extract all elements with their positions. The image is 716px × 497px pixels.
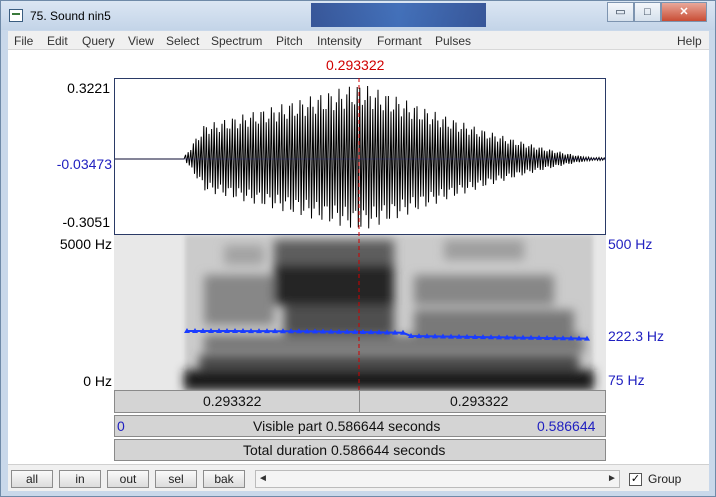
pitch-axis-max: 500 Hz xyxy=(608,236,653,252)
visible-start: 0 xyxy=(117,418,125,434)
scroll-left-arrow-icon[interactable]: ◄ xyxy=(256,471,270,487)
visible-part-text: Visible part 0.586644 seconds xyxy=(253,418,441,434)
menu-file[interactable]: File xyxy=(14,34,33,48)
menu-edit[interactable]: Edit xyxy=(47,34,68,48)
zoom-in-button[interactable]: in xyxy=(59,470,101,488)
menu-pitch[interactable]: Pitch xyxy=(276,34,303,48)
pitch-axis-min: 75 Hz xyxy=(608,372,645,388)
selection-bar-right[interactable]: 0.293322 xyxy=(360,391,605,412)
waveform-y-min: -0.3051 xyxy=(62,214,110,230)
selection-bar[interactable]: 0.293322 0.293322 xyxy=(114,390,606,413)
title-bar-highlight xyxy=(311,3,486,27)
menu-bar: File Edit Query View Select Spectrum Pit… xyxy=(8,31,709,50)
bottom-toolbar: all in out sel bak ◄ ► ✓ Group xyxy=(8,464,709,491)
selection-right-time: 0.293322 xyxy=(450,393,509,409)
menu-pulses[interactable]: Pulses xyxy=(435,34,471,48)
visible-end: 0.586644 xyxy=(537,418,596,434)
window-client: File Edit Query View Select Spectrum Pit… xyxy=(8,31,709,491)
maximize-button[interactable]: □ xyxy=(634,2,661,22)
cursor-time-label: 0.293322 xyxy=(326,57,385,73)
group-label: Group xyxy=(648,472,682,486)
menu-intensity[interactable]: Intensity xyxy=(317,34,362,48)
waveform-y-max: 0.3221 xyxy=(67,80,110,96)
group-checkbox[interactable]: ✓ xyxy=(629,473,642,486)
menu-spectrum[interactable]: Spectrum xyxy=(211,34,262,48)
minimize-button[interactable]: ▭ xyxy=(607,2,634,22)
sound-editor-area[interactable]: 0.293322 0.3221 -0.03473 -0.3051 5000 Hz… xyxy=(8,50,709,470)
zoom-back-button[interactable]: bak xyxy=(203,470,245,488)
scroll-right-arrow-icon[interactable]: ► xyxy=(605,471,619,487)
menu-select[interactable]: Select xyxy=(166,34,199,48)
zoom-out-button[interactable]: out xyxy=(107,470,149,488)
close-button[interactable]: ✕ xyxy=(661,2,707,22)
menu-view[interactable]: View xyxy=(128,34,154,48)
menu-help[interactable]: Help xyxy=(677,34,702,48)
waveform-y-cursor: -0.03473 xyxy=(56,156,112,172)
pitch-axis-current: 222.3 Hz xyxy=(608,328,665,344)
selection-bar-left[interactable]: 0.293322 xyxy=(115,391,360,412)
menu-formant[interactable]: Formant xyxy=(377,34,422,48)
horizontal-scrollbar[interactable]: ◄ ► xyxy=(255,470,620,488)
selection-left-time: 0.293322 xyxy=(203,393,262,409)
window-app-icon xyxy=(9,9,23,22)
total-duration-text: Total duration 0.586644 seconds xyxy=(243,442,446,458)
praat-sound-window: 75. Sound nin5 ▭ □ ✕ File Edit Query Vie… xyxy=(0,0,716,497)
spectrogram-freq-max: 5000 Hz xyxy=(59,236,112,252)
visible-part-bar[interactable]: 0 Visible part 0.586644 seconds 0.586644 xyxy=(114,415,606,437)
spectrogram-freq-min: 0 Hz xyxy=(83,373,112,389)
window-title: 75. Sound nin5 xyxy=(30,9,111,23)
title-bar[interactable]: 75. Sound nin5 ▭ □ ✕ xyxy=(1,1,715,30)
total-duration-bar[interactable]: Total duration 0.586644 seconds xyxy=(114,439,606,461)
cursor-overlay xyxy=(358,78,360,390)
menu-query[interactable]: Query xyxy=(82,34,115,48)
zoom-all-button[interactable]: all xyxy=(11,470,53,488)
zoom-sel-button[interactable]: sel xyxy=(155,470,197,488)
